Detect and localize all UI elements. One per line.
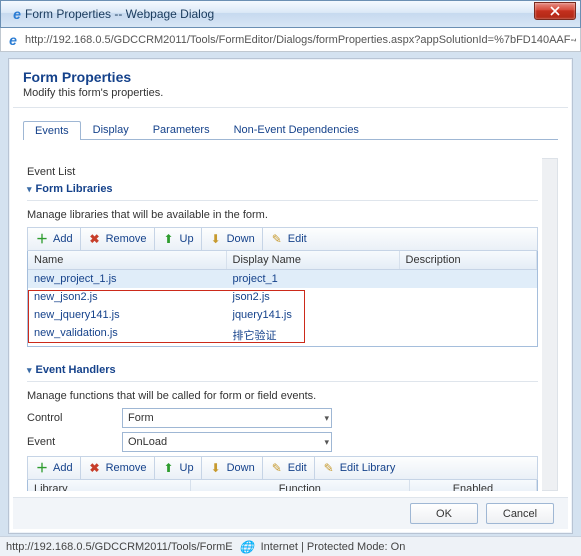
col-display[interactable]: Display Name — [227, 251, 400, 269]
libs-add-button[interactable]: ＋Add — [28, 228, 81, 250]
libs-down-button[interactable]: ⬇Down — [202, 228, 263, 250]
cancel-button[interactable]: Cancel — [486, 503, 554, 524]
status-bar: http://192.168.0.5/GDCCRM2011/Tools/Form… — [0, 536, 581, 556]
handlers-grid: Library Function Enabled — [27, 480, 538, 491]
tab-bar: Events Display Parameters Non-Event Depe… — [23, 118, 558, 140]
window-title: Form Properties -- Webpage Dialog — [25, 7, 534, 21]
edit-library-icon: ✎ — [322, 461, 336, 475]
table-row[interactable]: new_jquery141.jsjquery141.js — [28, 306, 537, 324]
plus-icon: ＋ — [35, 232, 49, 246]
tab-display[interactable]: Display — [81, 120, 141, 139]
edit-icon: ✎ — [270, 232, 284, 246]
event-select[interactable]: OnLoad — [122, 432, 332, 452]
tab-parameters[interactable]: Parameters — [141, 120, 222, 139]
handlers-down-button[interactable]: ⬇Down — [202, 457, 263, 479]
vertical-scrollbar[interactable] — [542, 158, 558, 491]
handlers-grid-header: Library Function Enabled — [28, 480, 537, 491]
table-row[interactable]: new_project_1.jsproject_1 — [28, 270, 537, 288]
page-title: Form Properties — [23, 69, 558, 85]
libs-up-button[interactable]: ⬆Up — [155, 228, 202, 250]
tab-events[interactable]: Events — [23, 121, 81, 140]
tab-non-event-deps[interactable]: Non-Event Dependencies — [222, 120, 371, 139]
section-event-handlers[interactable]: Event Handlers — [27, 361, 538, 382]
table-row[interactable]: new_validation.js排它验证 — [28, 324, 537, 346]
x-icon: ✖ — [88, 232, 102, 246]
control-select[interactable]: Form — [122, 408, 332, 428]
globe-icon: 🌐 — [239, 539, 255, 555]
col-library[interactable]: Library — [28, 480, 191, 491]
close-button[interactable] — [534, 2, 576, 20]
section-form-libraries[interactable]: Form Libraries — [27, 180, 538, 201]
libs-edit-button[interactable]: ✎Edit — [263, 228, 314, 250]
window-titlebar: e Form Properties -- Webpage Dialog — [0, 0, 581, 28]
ie-icon: e — [9, 6, 25, 22]
page-subtitle: Modify this form's properties. — [23, 87, 558, 99]
col-enabled[interactable]: Enabled — [410, 480, 537, 491]
col-name[interactable]: Name — [28, 251, 227, 269]
section-title: Form Libraries — [36, 183, 113, 195]
address-bar: e http://192.168.0.5/GDCCRM2011/Tools/Fo… — [0, 28, 581, 52]
status-zone: Internet | Protected Mode: On — [261, 541, 406, 553]
libs-grid: Name Display Name Description new_projec… — [27, 251, 538, 347]
page-header: Form Properties Modify this form's prope… — [13, 63, 568, 108]
form-libraries-desc: Manage libraries that will be available … — [27, 209, 538, 221]
dialog-body: Form Properties Modify this form's prope… — [8, 58, 573, 534]
libs-grid-header: Name Display Name Description — [28, 251, 537, 270]
handlers-up-button[interactable]: ⬆Up — [155, 457, 202, 479]
plus-icon: ＋ — [35, 461, 49, 475]
col-description[interactable]: Description — [400, 251, 537, 269]
control-row: Control Form — [27, 408, 538, 428]
tab-content: Event List Form Libraries Manage librari… — [23, 158, 558, 491]
close-icon — [550, 6, 560, 16]
event-label: Event — [27, 436, 122, 448]
handlers-remove-button[interactable]: ✖Remove — [81, 457, 155, 479]
arrow-down-icon: ⬇ — [209, 461, 223, 475]
dialog-footer: OK Cancel — [13, 497, 568, 529]
address-url: http://192.168.0.5/GDCCRM2011/Tools/Form… — [25, 34, 576, 46]
libs-grid-body: new_project_1.jsproject_1 new_json2.jsjs… — [28, 270, 537, 346]
page-icon: e — [5, 32, 21, 48]
col-function[interactable]: Function — [191, 480, 410, 491]
event-list-label: Event List — [27, 166, 538, 178]
table-row[interactable]: new_json2.jsjson2.js — [28, 288, 537, 306]
arrow-up-icon: ⬆ — [162, 232, 176, 246]
handlers-toolbar: ＋Add ✖Remove ⬆Up ⬇Down ✎Edit ✎Edit Libra… — [27, 456, 538, 480]
libs-toolbar: ＋Add ✖Remove ⬆Up ⬇Down ✎Edit — [27, 227, 538, 251]
handlers-add-button[interactable]: ＋Add — [28, 457, 81, 479]
arrow-down-icon: ⬇ — [209, 232, 223, 246]
event-handlers-desc: Manage functions that will be called for… — [27, 390, 538, 402]
libs-remove-button[interactable]: ✖Remove — [81, 228, 155, 250]
handlers-edit-button[interactable]: ✎Edit — [263, 457, 315, 479]
control-label: Control — [27, 412, 122, 424]
event-row: Event OnLoad — [27, 432, 538, 452]
edit-icon: ✎ — [270, 461, 284, 475]
ok-button[interactable]: OK — [410, 503, 478, 524]
x-icon: ✖ — [88, 461, 102, 475]
section-title: Event Handlers — [36, 364, 116, 376]
status-path: http://192.168.0.5/GDCCRM2011/Tools/Form… — [6, 541, 233, 553]
arrow-up-icon: ⬆ — [162, 461, 176, 475]
handlers-edit-library-button[interactable]: ✎Edit Library — [315, 457, 403, 479]
